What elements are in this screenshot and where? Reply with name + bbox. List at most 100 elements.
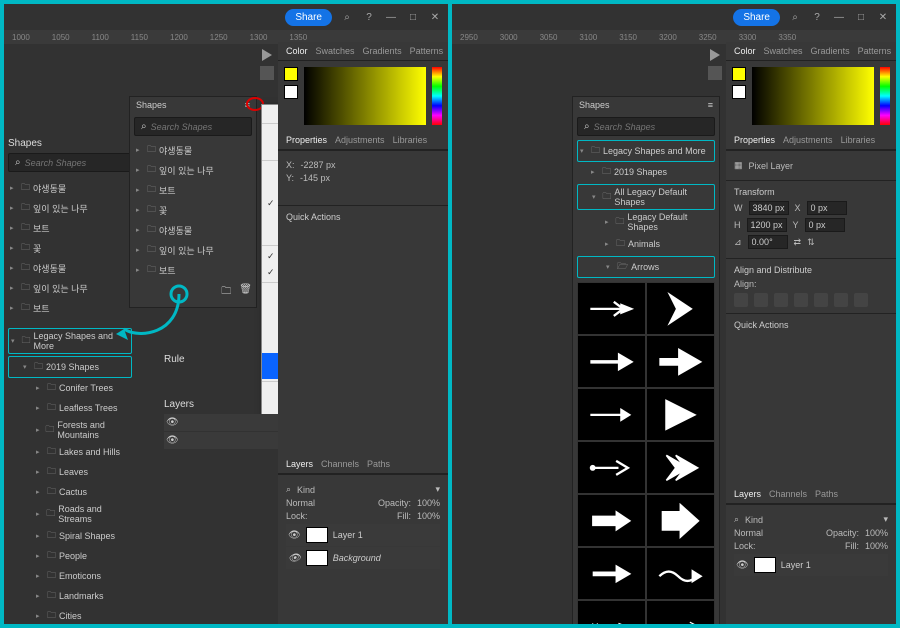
trash-icon[interactable]: 🗑 <box>239 284 252 301</box>
width-input[interactable] <box>749 201 789 215</box>
tab-color[interactable]: Color <box>734 46 756 56</box>
play-icon[interactable] <box>262 49 272 61</box>
transform-header[interactable]: Transform <box>734 187 888 197</box>
folder-item[interactable]: ▸🗀Lakes and Hills <box>8 442 132 462</box>
tab-gradients[interactable]: Gradients <box>811 46 850 56</box>
shape-thumb[interactable] <box>577 494 646 547</box>
folder-legacy-shapes[interactable]: ▾🗀Legacy Shapes and More <box>8 328 132 354</box>
shape-thumb[interactable] <box>577 335 646 388</box>
folder-item[interactable]: ▸🗀야생동물 <box>134 220 252 240</box>
minimize-icon[interactable]: — <box>384 10 398 24</box>
folder-2019-shapes[interactable]: ▸🗀2019 Shapes <box>577 162 715 182</box>
folder-item[interactable]: ▸🗀야생동물 <box>8 258 132 278</box>
share-button[interactable]: Share <box>733 9 780 26</box>
layer-row[interactable]: 👁Layer 1 <box>734 554 888 576</box>
shape-thumb[interactable] <box>577 441 646 494</box>
foreground-swatch[interactable] <box>284 67 298 81</box>
search-icon[interactable]: ⌕ <box>340 10 354 24</box>
tab-swatches[interactable]: Swatches <box>764 46 803 56</box>
folder-all-legacy[interactable]: ▾🗀All Legacy Default Shapes <box>577 184 715 210</box>
folder-item[interactable]: ▸🗀꽃 <box>134 200 252 220</box>
tab-properties[interactable]: Properties <box>734 135 775 145</box>
search-input[interactable]: ⌕ <box>134 117 252 136</box>
folder-item[interactable]: ▸🗀꽃 <box>8 238 132 258</box>
hue-slider[interactable] <box>880 67 890 125</box>
folder-item[interactable]: ▸🗀Roads and Streams <box>8 502 132 526</box>
folder-item[interactable]: ▸🗀Conifer Trees <box>8 378 132 398</box>
tool-icon[interactable] <box>260 66 274 80</box>
background-swatch[interactable] <box>284 85 298 99</box>
tab-patterns[interactable]: Patterns <box>410 46 444 56</box>
height-input[interactable] <box>747 218 787 232</box>
flip-v-icon[interactable]: ⇅ <box>807 237 815 248</box>
flip-h-icon[interactable]: ⇄ <box>794 237 802 248</box>
align-left-icon[interactable] <box>734 293 748 307</box>
panel-menu-icon[interactable]: ≡ <box>245 100 250 110</box>
search-input[interactable]: ⌕ <box>577 117 715 136</box>
folder-item[interactable]: ▸🗀Emoticons <box>8 566 132 586</box>
close-icon[interactable]: ✕ <box>876 10 890 24</box>
tab-layers[interactable]: Layers <box>734 489 761 499</box>
visibility-icon[interactable]: 👁 <box>288 530 301 541</box>
folder-item[interactable]: ▸🗀Legacy Default Shapes <box>577 210 715 234</box>
hue-slider[interactable] <box>432 67 442 125</box>
layer-row[interactable]: 👁Background <box>286 547 440 569</box>
shape-thumb[interactable] <box>646 494 715 547</box>
layer-row[interactable]: 👁Layer 1 <box>286 524 440 546</box>
shape-thumb[interactable] <box>577 600 646 624</box>
tab-channels[interactable]: Channels <box>321 459 359 469</box>
angle-input[interactable] <box>748 235 788 249</box>
folder-item[interactable]: ▸🗀야생동물 <box>134 140 252 160</box>
folder-item[interactable]: ▸🗀보트 <box>134 260 252 280</box>
shape-thumb[interactable] <box>646 335 715 388</box>
align-middle-icon[interactable] <box>814 293 828 307</box>
search-icon[interactable]: ⌕ <box>788 10 802 24</box>
tab-adjustments[interactable]: Adjustments <box>783 135 833 145</box>
tab-libraries[interactable]: Libraries <box>393 135 428 145</box>
shape-thumb[interactable] <box>577 547 646 600</box>
shape-thumb[interactable] <box>646 441 715 494</box>
folder-arrows[interactable]: ▾🗁Arrows <box>577 256 715 278</box>
folder-item[interactable]: ▸🗀야생동물 <box>8 178 132 198</box>
minimize-icon[interactable]: — <box>832 10 846 24</box>
folder-item[interactable]: ▸🗀Spiral Shapes <box>8 526 132 546</box>
tab-layers[interactable]: Layers <box>286 459 313 469</box>
tab-gradients[interactable]: Gradients <box>363 46 402 56</box>
play-icon[interactable] <box>710 49 720 61</box>
help-icon[interactable]: ? <box>810 10 824 24</box>
panel-menu-icon[interactable]: ≡ <box>708 100 713 110</box>
maximize-icon[interactable]: □ <box>854 10 868 24</box>
color-picker[interactable] <box>304 67 426 125</box>
shape-thumb[interactable] <box>646 388 715 441</box>
x-input[interactable] <box>807 201 847 215</box>
folder-item[interactable]: ▸🗀보트 <box>134 180 252 200</box>
tab-adjustments[interactable]: Adjustments <box>335 135 385 145</box>
tab-swatches[interactable]: Swatches <box>316 46 355 56</box>
tab-paths[interactable]: Paths <box>815 489 838 499</box>
shape-thumb[interactable] <box>646 547 715 600</box>
more-icon[interactable] <box>854 293 868 307</box>
tool-icon[interactable] <box>708 66 722 80</box>
folder-item[interactable]: ▸🗀잎이 있는 나무 <box>8 198 132 218</box>
quick-actions-header[interactable]: Quick Actions <box>734 320 888 330</box>
folder-item[interactable]: ▸🗀Animals <box>577 234 715 254</box>
shape-thumb[interactable] <box>646 600 715 624</box>
folder-item[interactable]: ▸🗀Leaves <box>8 462 132 482</box>
folder-item[interactable]: ▸🗀잎이 있는 나무 <box>134 160 252 180</box>
quick-actions-header[interactable]: Quick Actions <box>286 212 440 222</box>
tab-channels[interactable]: Channels <box>769 489 807 499</box>
align-header[interactable]: Align and Distribute <box>734 265 888 275</box>
share-button[interactable]: Share <box>285 9 332 26</box>
folder-item[interactable]: ▸🗀보트 <box>8 218 132 238</box>
folder-item[interactable]: ▸🗀Landmarks <box>8 586 132 606</box>
foreground-swatch[interactable] <box>732 67 746 81</box>
tab-paths[interactable]: Paths <box>367 459 390 469</box>
folder-item[interactable]: ▸🗀잎이 있는 나무 <box>8 278 132 298</box>
folder-item[interactable]: ▸🗀잎이 있는 나무 <box>134 240 252 260</box>
layer-row[interactable]: 👁 <box>164 414 279 431</box>
folder-item[interactable]: ▸🗀Leafless Trees <box>8 398 132 418</box>
shape-thumb[interactable] <box>646 282 715 335</box>
maximize-icon[interactable]: □ <box>406 10 420 24</box>
visibility-icon[interactable]: 👁 <box>166 435 179 446</box>
shape-thumb[interactable] <box>577 388 646 441</box>
